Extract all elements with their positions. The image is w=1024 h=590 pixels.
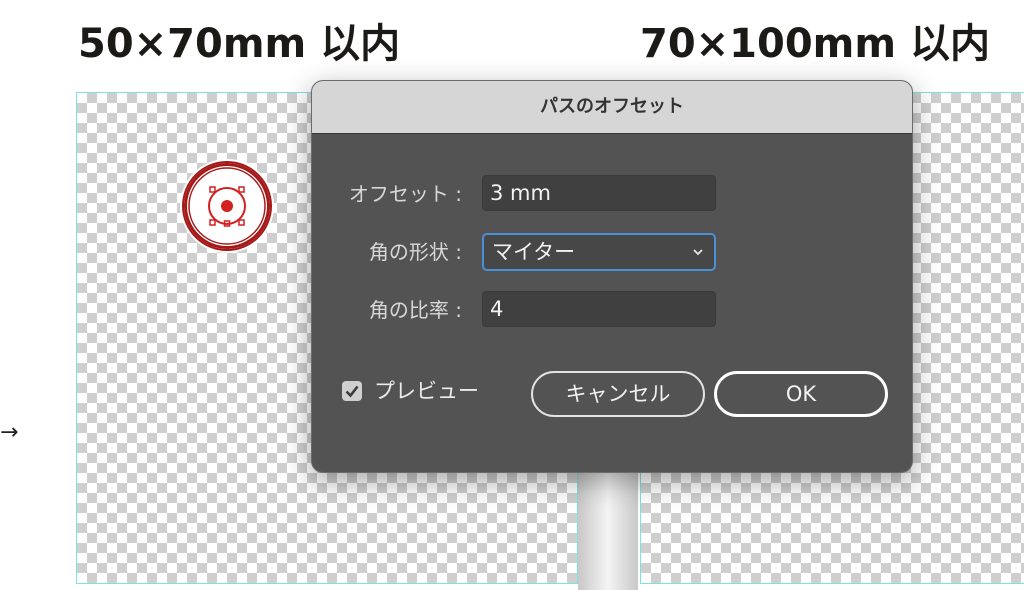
offset-label: オフセット : xyxy=(348,182,462,206)
offset-path-dialog: パスのオフセット オフセット : 3 mm 角の形状 : マイター 角の比率 :… xyxy=(311,80,913,473)
miter-limit-input[interactable]: 4 xyxy=(482,291,716,327)
offset-input[interactable]: 3 mm xyxy=(482,175,716,211)
preview-label: プレビュー xyxy=(374,379,479,403)
dialog-title: パスのオフセット xyxy=(312,81,912,134)
preview-checkbox[interactable] xyxy=(342,381,362,401)
miter-limit-label: 角の比率 : xyxy=(368,298,462,322)
artboard-size-label-small: 50×70mm 以内 xyxy=(78,21,401,67)
joins-label: 角の形状 : xyxy=(368,240,462,264)
miter-limit-row: 角の比率 : 4 xyxy=(312,291,912,329)
arrow-right-icon: → xyxy=(0,420,19,445)
artboard-gap-shadow xyxy=(578,460,638,590)
target-stamp-icon[interactable] xyxy=(182,161,272,251)
joins-select[interactable]: マイター xyxy=(482,233,716,271)
joins-row: 角の形状 : マイター xyxy=(312,233,912,271)
artboard-size-label-large: 70×100mm 以内 xyxy=(640,21,990,67)
ok-button[interactable]: OK xyxy=(714,371,888,417)
checkmark-icon xyxy=(345,385,359,398)
joins-selected-value: マイター xyxy=(492,240,576,264)
offset-row: オフセット : 3 mm xyxy=(312,175,912,213)
cancel-button[interactable]: キャンセル xyxy=(531,371,705,417)
chevron-down-icon xyxy=(693,249,703,256)
